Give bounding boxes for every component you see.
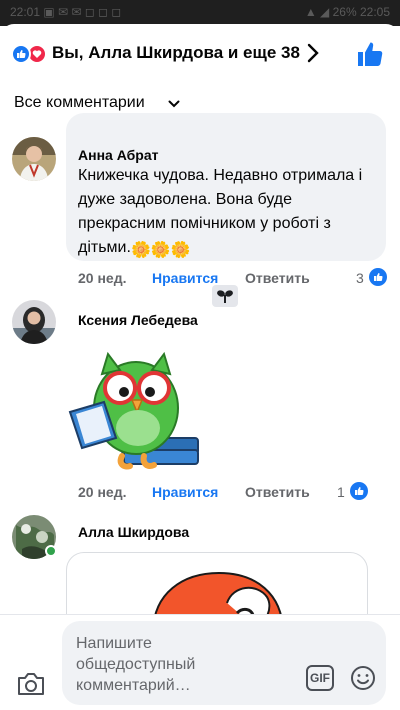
online-status-indicator [45,545,57,557]
avatar[interactable] [12,300,56,344]
like-icon [350,482,368,500]
comment-placeholder: Напишите общедоступный комментарий… [76,635,196,694]
comments-filter[interactable]: Все комментарии [14,94,145,112]
flower-emojis: 🌼🌼🌼 [130,242,191,259]
avatar[interactable] [12,137,56,181]
comment-author[interactable]: Анна Абрат [78,147,158,163]
like-icon [369,268,387,286]
chevron-down-icon[interactable] [168,100,180,108]
status-left: 22:01 ▣ ✉ ✉ ◻ ◻ ◻ [10,5,122,19]
chevron-right-icon[interactable] [306,42,320,64]
reaction-count[interactable]: 1 [337,484,345,500]
comment-text: Книжечка чудова. Недавно отримала і дуже… [78,164,378,263]
gif-button[interactable]: GIF [306,665,334,691]
reaction-count[interactable]: 3 [356,270,364,286]
like-icon[interactable] [356,40,384,68]
emoji-icon[interactable] [350,665,376,691]
comment-time: 20 нед. [78,270,127,286]
reactions-header[interactable]: Вы, Алла Шкирдова и еще 38 [0,24,400,80]
reactions-summary[interactable]: Вы, Алла Шкирдова и еще 38 [52,43,300,63]
reply-button[interactable]: Ответить [245,484,310,500]
comment-composer: Напишите общедоступный комментарий… GIF [0,614,400,710]
like-reaction-icon [11,44,31,64]
comment-author[interactable]: Алла Шкирдова [78,524,189,540]
like-button[interactable]: Нравится [152,484,218,500]
comment-text-content: Книжечка чудова. Недавно отримала і дуже… [78,167,363,256]
camera-icon[interactable] [16,671,46,697]
status-bar: 22:01 ▣ ✉ ✉ ◻ ◻ ◻ ▲ ◢ 26% 22:05 [0,0,400,26]
reply-button[interactable]: Ответить [245,270,310,286]
comment-input[interactable]: Напишите общедоступный комментарий… GIF [62,621,386,705]
status-right: ▲ ◢ 26% 22:05 [304,5,390,19]
comment-author[interactable]: Ксения Лебедева [78,312,198,328]
comment-time: 20 нед. [78,484,127,500]
sprout-badge-icon [212,285,238,307]
like-button[interactable]: Нравится [152,270,218,286]
owl-reading-book-sticker[interactable] [66,338,206,478]
